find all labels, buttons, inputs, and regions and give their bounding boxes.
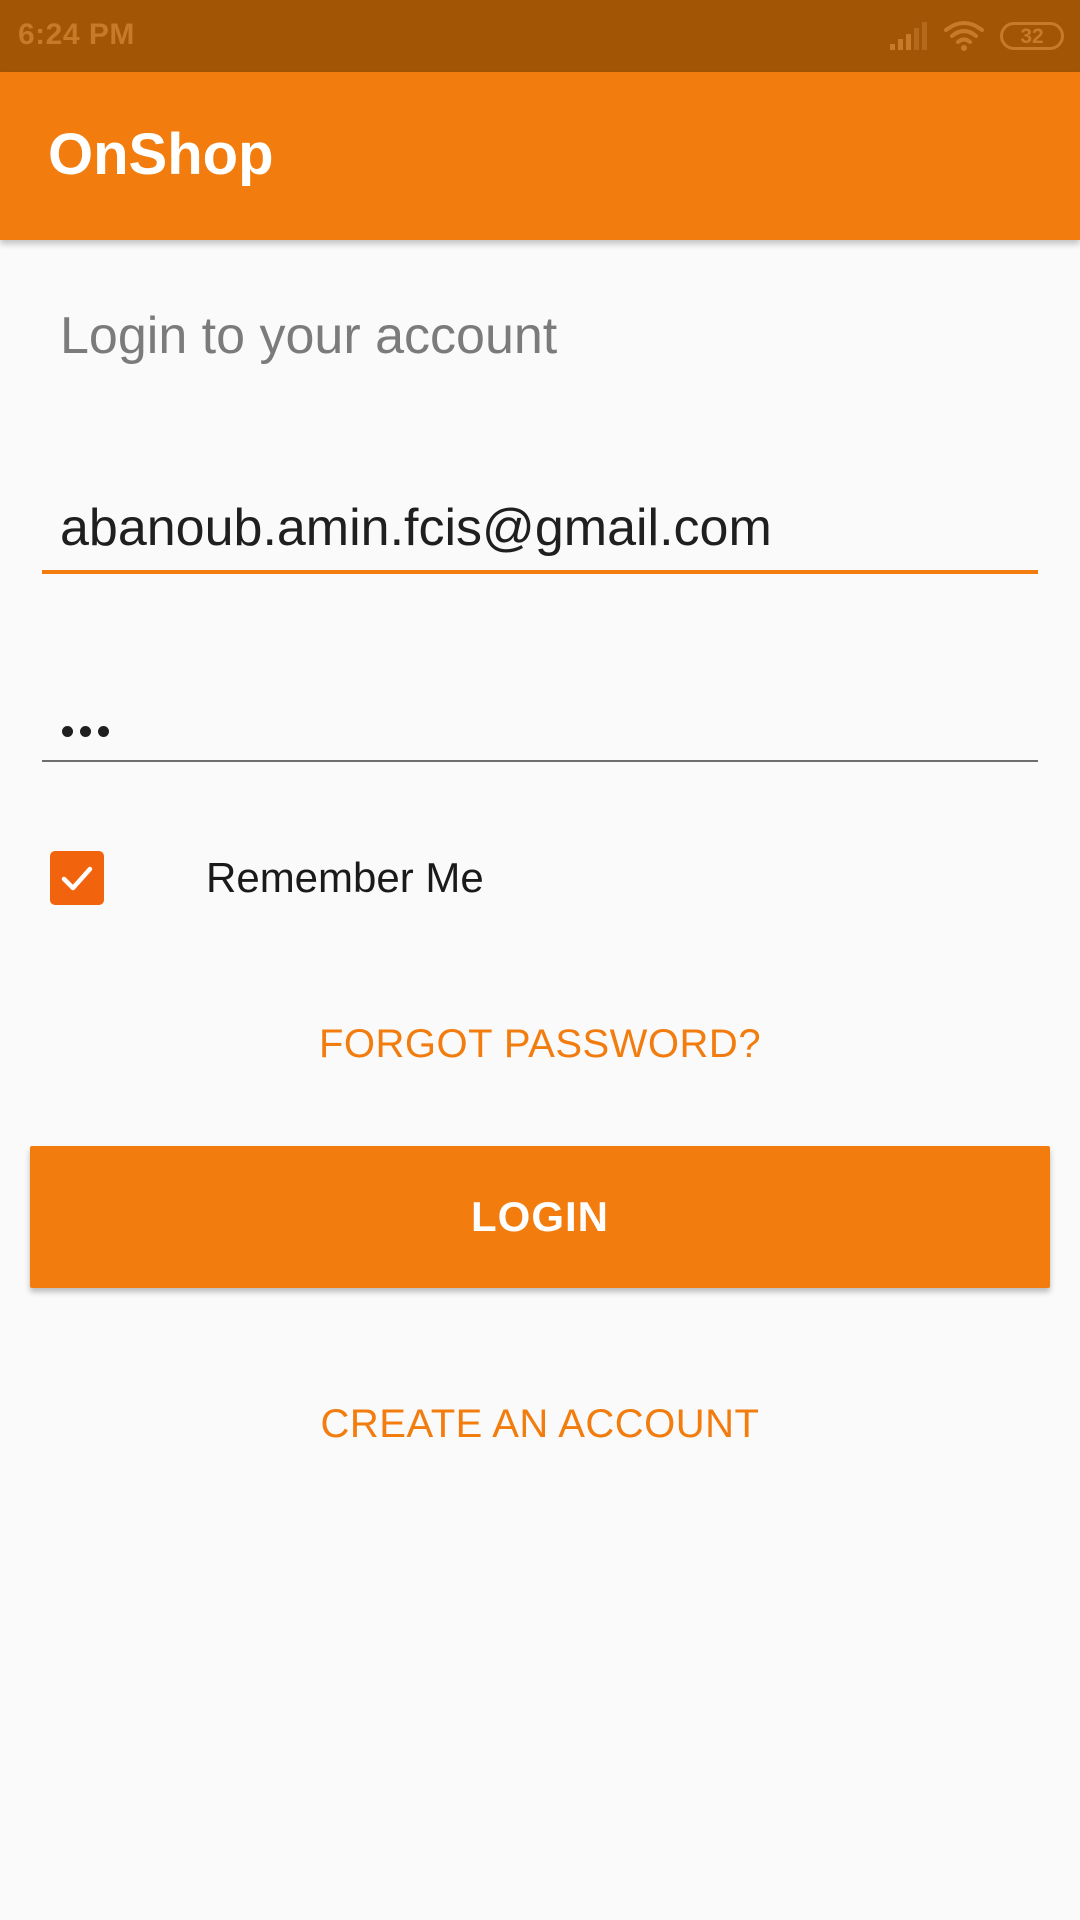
login-button-label: LOGIN [471, 1193, 609, 1240]
status-icons: 32 [888, 18, 1064, 54]
password-field[interactable] [42, 690, 1038, 762]
create-account-link[interactable]: CREATE AN ACCOUNT [0, 1404, 1080, 1444]
page-heading: Login to your account [60, 307, 558, 365]
signal-icon [890, 22, 927, 50]
email-value: abanoub.amin.fcis@gmail.com [60, 499, 772, 557]
password-mask [62, 726, 116, 737]
password-dot [62, 726, 73, 737]
wifi-icon [944, 21, 984, 51]
forgot-password-link[interactable]: FORGOT PASSWORD? [0, 1024, 1080, 1064]
remember-me-label: Remember Me [206, 854, 484, 901]
battery-level: 32 [1020, 24, 1044, 48]
checkmark-icon [61, 866, 93, 891]
email-field[interactable]: abanoub.amin.fcis@gmail.com [42, 502, 1038, 574]
login-button[interactable]: LOGIN [30, 1146, 1050, 1288]
remember-me-checkbox[interactable] [50, 851, 104, 905]
password-dot [80, 726, 91, 737]
status-time: 6:24 PM [18, 18, 135, 51]
status-bar: 6:24 PM 32 [0, 0, 1080, 72]
remember-me-row[interactable]: Remember Me [50, 850, 484, 906]
login-form: Login to your account abanoub.amin.fcis@… [0, 240, 1080, 1920]
password-dot [98, 726, 109, 737]
battery-icon: 32 [1000, 22, 1064, 50]
app-bar: OnShop [0, 72, 1080, 240]
app-title: OnShop [48, 122, 274, 187]
